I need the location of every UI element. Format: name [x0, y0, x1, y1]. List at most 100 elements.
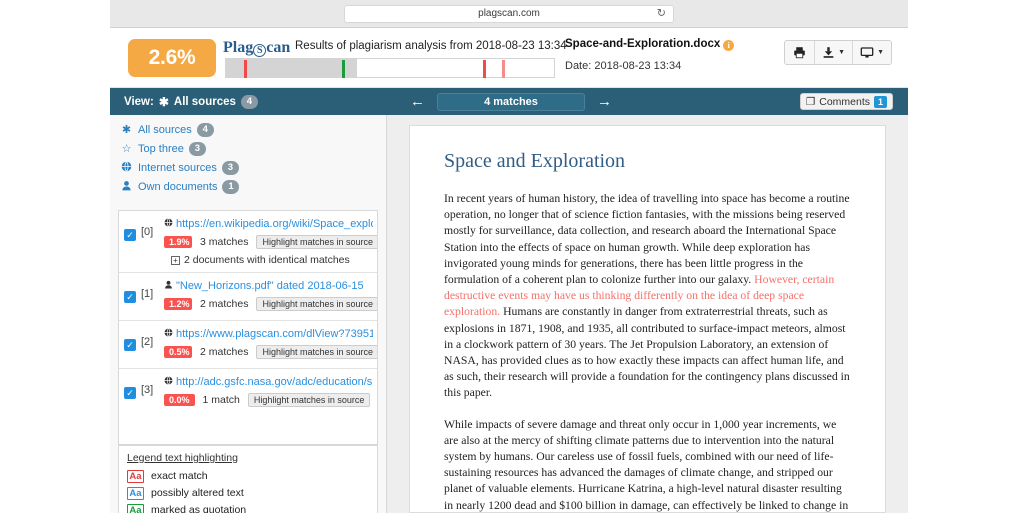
legend-title: Legend text highlighting [127, 452, 238, 464]
header-tool-group: ▼ ▼ [784, 40, 892, 65]
monitor-icon [860, 47, 874, 58]
download-button[interactable]: ▼ [815, 41, 854, 64]
document-paragraph-2: While impacts of severe damage and threa… [444, 417, 849, 512]
document-viewer[interactable]: Space and Exploration In recent years of… [387, 115, 908, 513]
info-icon[interactable]: i [723, 40, 735, 51]
globe-icon [164, 327, 173, 340]
source-url-link[interactable]: https://en.wikipedia.org/wiki/Space_expl… [164, 216, 373, 231]
asterisk-icon: ✱ [158, 94, 169, 109]
comments-count-badge: 1 [874, 95, 887, 108]
filter-label: Internet sources [138, 161, 217, 174]
view-selector[interactable]: View: ✱ All sources 4 [124, 94, 258, 109]
plagscan-app: plagscan.com ↻ 2.6% Plag Scan Results of … [0, 0, 1024, 513]
person-icon [164, 280, 173, 292]
comments-button[interactable]: ❐ Comments 1 [799, 93, 893, 110]
legend-label: possibly altered text [151, 487, 244, 499]
source-list[interactable]: ✓ [0] https://en.wikipedia.org/wiki/Spac… [118, 210, 378, 445]
legend-swatch-red: Aa [127, 469, 144, 483]
address-bar[interactable]: plagscan.com ↻ [344, 4, 674, 23]
source-url-link[interactable]: http://adc.gsfc.nasa.gov/adc/education/s… [164, 374, 373, 389]
highlight-matches-button[interactable]: Highlight matches in source [256, 297, 377, 311]
match-mark-red-1 [244, 60, 248, 78]
chevron-down-icon: ▼ [877, 49, 884, 56]
url-text: plagscan.com [478, 8, 540, 19]
filter-label: Own documents [138, 180, 218, 193]
filter-count-badge: 3 [188, 141, 206, 156]
legend-item-quotation: Aa marked as quotation [127, 502, 369, 513]
source-index: [3] [141, 384, 154, 396]
brand-text-left: Plag [223, 39, 254, 56]
printer-icon [794, 47, 805, 59]
match-distribution-bar[interactable] [225, 58, 555, 78]
display-button[interactable]: ▼ [853, 41, 891, 64]
reload-icon[interactable]: ↻ [657, 8, 666, 19]
source-list-item[interactable]: ✓ [3] http://adc.gsfc.nasa.gov/adc/educa… [119, 369, 377, 417]
print-button[interactable] [785, 41, 816, 64]
source-index: [1] [141, 288, 154, 300]
source-match-count: 3 matches [200, 236, 249, 248]
highlight-matches-button[interactable]: Highlight matches in source [256, 235, 377, 249]
legend-swatch-blue: Aa [127, 486, 144, 500]
highlight-matches-button[interactable]: Highlight matches in source [256, 345, 377, 359]
source-checkbox[interactable]: ✓ [124, 339, 136, 351]
star-icon: ☆ [121, 143, 132, 155]
document-filename: Space-and-Exploration.docx [565, 38, 721, 50]
source-identical-documents-row[interactable]: + 2 documents with identical matches [171, 253, 373, 267]
globe-icon [164, 217, 173, 230]
source-checkbox[interactable]: ✓ [124, 229, 136, 241]
match-mark-red-2 [483, 60, 487, 78]
source-checkbox[interactable]: ✓ [124, 387, 136, 399]
view-current-label: All sources [173, 95, 236, 108]
highlight-matches-button[interactable]: Highlight matches in source [247, 393, 371, 407]
source-percent-badge: 0.0% [164, 394, 195, 406]
legend-swatch-green: Aa [127, 503, 144, 513]
source-filter-list: ✱ All sources 4 ☆ Top three 3 Internet s… [110, 115, 386, 199]
legend-item-exact-match: Aa exact match [127, 468, 369, 484]
source-percent-badge: 0.5% [164, 346, 192, 358]
source-meta-row: 0.5% 2 matches Highlight matches in sour… [164, 343, 377, 361]
comment-bubble-icon: ❐ [805, 95, 816, 108]
download-icon [823, 47, 834, 58]
page-gutter-right [908, 0, 1024, 513]
sidebar-item-top-three[interactable]: ☆ Top three 3 [120, 140, 386, 157]
source-list-item[interactable]: ✓ [0] https://en.wikipedia.org/wiki/Spac… [119, 211, 377, 273]
document-heading: Space and Exploration [444, 150, 626, 172]
source-meta-row: 0.0% 1 match Highlight matches in source [164, 391, 373, 409]
source-url-link[interactable]: https://www.plagscan.com/dlView?73951999 [164, 326, 373, 341]
brand-text-right: can [266, 39, 291, 56]
sidebar-item-own-documents[interactable]: Own documents 1 [120, 178, 386, 195]
match-count-pill[interactable]: 4 matches [437, 92, 585, 111]
comments-label: Comments [819, 95, 870, 108]
browser-chrome: plagscan.com ↻ [110, 0, 908, 28]
legend-label: marked as quotation [151, 504, 247, 513]
app-header: 2.6% Plag Scan Results of plagiarism anal… [110, 28, 908, 88]
match-navigation: ← 4 matches → [410, 88, 612, 115]
filter-count-badge: 3 [221, 160, 239, 175]
sidebar-item-internet-sources[interactable]: Internet sources 3 [120, 159, 386, 176]
sources-sidebar: ✱ All sources 4 ☆ Top three 3 Internet s… [110, 115, 387, 513]
source-match-count: 1 match [202, 394, 240, 406]
source-index: [0] [141, 226, 154, 238]
source-match-count: 2 matches [200, 298, 249, 310]
previous-match-arrow-icon[interactable]: ← [410, 94, 425, 109]
chevron-down-icon: ▼ [838, 49, 846, 56]
source-match-count: 2 matches [200, 346, 249, 358]
legend-panel: Legend text highlighting Aa exact match … [118, 445, 378, 513]
globe-icon [164, 375, 173, 388]
match-mark-green-1 [342, 60, 346, 78]
next-match-arrow-icon[interactable]: → [597, 94, 612, 109]
source-list-item[interactable]: ✓ [1] "New_Horizons.pdf" dated 2018-06-1… [119, 273, 377, 321]
magnifier-icon: S [253, 44, 267, 57]
identical-documents-label: 2 documents with identical matches [184, 254, 350, 266]
source-list-item[interactable]: ✓ [2] https://www.plagscan.com/dlView?73… [119, 321, 377, 369]
sidebar-item-all-sources[interactable]: ✱ All sources 4 [120, 121, 386, 138]
document-paragraph-1: In recent years of human history, the id… [444, 191, 851, 402]
legend-label: exact match [151, 470, 208, 482]
source-url-link[interactable]: "New_Horizons.pdf" dated 2018-06-15 [164, 278, 373, 293]
source-checkbox[interactable]: ✓ [124, 291, 136, 303]
paragraph-1-part-b: Humans are constantly in danger from ext… [444, 305, 850, 400]
expand-plus-icon[interactable]: + [171, 255, 180, 265]
document-date: Date: 2018-08-23 13:34 [565, 60, 682, 72]
view-prefix-label: View: [124, 95, 154, 108]
view-toolbar: View: ✱ All sources 4 ← 4 matches → ❐ Co… [110, 88, 908, 115]
